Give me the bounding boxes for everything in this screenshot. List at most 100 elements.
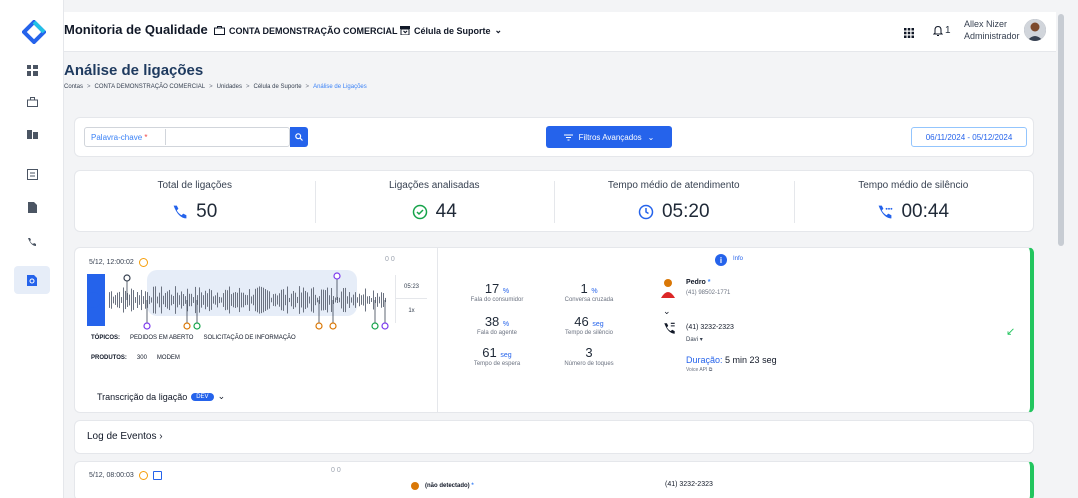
- waveform-bar: [313, 287, 314, 313]
- audio-waveform[interactable]: [87, 270, 393, 332]
- waveform-marker[interactable]: [371, 322, 379, 330]
- waveform-marker[interactable]: [333, 272, 341, 280]
- product-tag[interactable]: 300: [137, 355, 147, 361]
- waveform-bar: [167, 291, 168, 309]
- product-tag[interactable]: MODEM: [157, 355, 180, 361]
- metric-value: 3: [585, 345, 593, 360]
- metric-hold-time: 61 seg Tempo de espera: [457, 345, 537, 367]
- cell-selector[interactable]: Célula de Suporte ⌄: [400, 25, 502, 36]
- waveform-bar: [353, 294, 354, 306]
- user-role: Administrador: [964, 31, 1020, 41]
- avatar[interactable]: [1024, 19, 1046, 41]
- waveform-marker[interactable]: [193, 322, 201, 330]
- stat-avg-handle-time: Tempo médio de atendimento 05:20: [554, 171, 794, 231]
- waveform-bar: [233, 292, 234, 308]
- account-selector[interactable]: CONTA DEMONSTRAÇÃO COMERCIAL ⌄: [214, 25, 409, 36]
- waveform-marker[interactable]: [123, 274, 131, 282]
- call-card[interactable]: 5/12, 12:00:02 0 0 05:23 1x TÓPICOS: PED…: [74, 247, 1034, 413]
- waveform-marker[interactable]: [143, 322, 151, 330]
- dashboard-icon[interactable]: [25, 63, 39, 77]
- notifications-button[interactable]: 1: [933, 25, 951, 36]
- waveform-bar: [227, 290, 228, 310]
- waveform-bar: [255, 288, 256, 312]
- metric-unit: %: [502, 321, 510, 328]
- metric-label: Fala do consumidor: [470, 297, 524, 303]
- waveform-bar: [257, 287, 258, 313]
- waveform-bar: [235, 292, 236, 308]
- inbound-arrow-icon: ↙: [1006, 326, 1016, 338]
- chevron-right-icon: ›: [159, 431, 163, 442]
- customer-name-row[interactable]: (não detectado) *: [425, 483, 474, 489]
- waveform-bar: [283, 289, 284, 311]
- date-range-picker[interactable]: 06/11/2024 - 05/12/2024: [911, 127, 1027, 147]
- playback-speed[interactable]: 1x: [396, 299, 427, 314]
- chevron-down-icon: ⌄: [217, 391, 226, 401]
- expand-customer-chevron-icon[interactable]: ⌄: [663, 306, 671, 317]
- customer-name-row[interactable]: Pedro *: [686, 279, 711, 286]
- waveform-bar: [115, 295, 116, 305]
- waveform-bar: [289, 297, 290, 303]
- waveform-bar: [367, 296, 368, 304]
- topic-tag[interactable]: SOLICITAÇÃO DE INFORMAÇÃO: [203, 335, 295, 341]
- stats-panel: Total de ligações 50 Ligações analisadas…: [74, 170, 1034, 232]
- document-icon[interactable]: [25, 200, 39, 214]
- waveform-marker[interactable]: [315, 322, 323, 330]
- waveform-bar: [203, 295, 204, 305]
- agent-selector[interactable]: Davi ▾: [686, 336, 703, 343]
- stat-analyzed-calls: Ligações analisadas 44: [314, 171, 555, 231]
- waveform-bar: [269, 291, 270, 309]
- breadcrumb-item[interactable]: Unidades: [217, 84, 242, 90]
- call-number: (41) 3232-2323: [665, 481, 713, 488]
- document-icon[interactable]: [152, 471, 162, 480]
- waveform-bar: [365, 288, 366, 312]
- waveform-bar: [281, 289, 282, 311]
- stat-value: 44: [435, 201, 457, 222]
- advanced-filters-button[interactable]: Filtros Avançados ⌄: [546, 126, 672, 148]
- topic-tag[interactable]: PEDIDOS EM ABERTO: [130, 335, 193, 341]
- stat-total-calls: Total de ligações 50: [75, 171, 315, 231]
- customer-name: Pedro: [686, 279, 706, 286]
- call-analysis-icon[interactable]: [25, 273, 39, 287]
- waveform-bar: [125, 290, 126, 310]
- waveform-bar: [315, 294, 316, 306]
- waveform-bar: [347, 296, 348, 304]
- transcription-label: Transcrição da ligação: [97, 391, 188, 402]
- waveform-marker[interactable]: [329, 322, 337, 330]
- event-log-toggle[interactable]: Log de Eventos ›: [74, 420, 1034, 454]
- waveform-bar: [285, 294, 286, 306]
- waveform-bar: [211, 290, 212, 310]
- reports-icon[interactable]: [25, 167, 39, 181]
- metric-value: 17: [484, 281, 500, 296]
- phone-icon[interactable]: [25, 235, 39, 249]
- waveform-bar: [241, 292, 242, 308]
- duration-value: 5 min 23 seg: [725, 355, 777, 365]
- waveform-bar: [263, 287, 264, 313]
- metric-unit: %: [591, 288, 598, 295]
- waveform-bar: [229, 286, 230, 314]
- call-datetime: 5/12, 12:00:02: [89, 259, 134, 266]
- waveform-bar: [311, 288, 312, 312]
- breadcrumb-item[interactable]: Contas: [64, 84, 83, 90]
- app-logo[interactable]: [22, 20, 46, 44]
- breadcrumb-item[interactable]: CONTA DEMONSTRAÇÃO COMERCIAL: [95, 84, 206, 90]
- copy-icon[interactable]: ⧉: [709, 367, 713, 373]
- units-icon[interactable]: [25, 127, 39, 141]
- waveform-marker[interactable]: [183, 322, 191, 330]
- scrollbar-thumb[interactable]: [1058, 14, 1064, 246]
- call-card[interactable]: 5/12, 08:00:03 0 0 (não detectado) * (41…: [74, 461, 1034, 498]
- search-button[interactable]: [290, 127, 308, 147]
- filter-icon: [563, 134, 573, 140]
- waveform-bar: [121, 297, 122, 303]
- waveform-bar: [261, 286, 262, 314]
- waveform-marker[interactable]: [381, 322, 389, 330]
- breadcrumb-item[interactable]: Célula de Suporte: [254, 84, 302, 90]
- waveform-bar: [117, 292, 118, 308]
- transcription-toggle[interactable]: Transcrição da ligação DEV ⌄: [97, 391, 225, 402]
- info-label[interactable]: Info: [733, 256, 743, 262]
- apps-grid-icon[interactable]: [904, 25, 914, 43]
- user-info[interactable]: Allex Nizer Administrador: [964, 18, 1020, 42]
- accounts-icon[interactable]: [25, 95, 39, 109]
- keyword-search-input[interactable]: Palavra-chave *: [84, 127, 290, 147]
- stat-label: Ligações analisadas: [388, 180, 480, 191]
- info-icon[interactable]: i: [715, 254, 727, 266]
